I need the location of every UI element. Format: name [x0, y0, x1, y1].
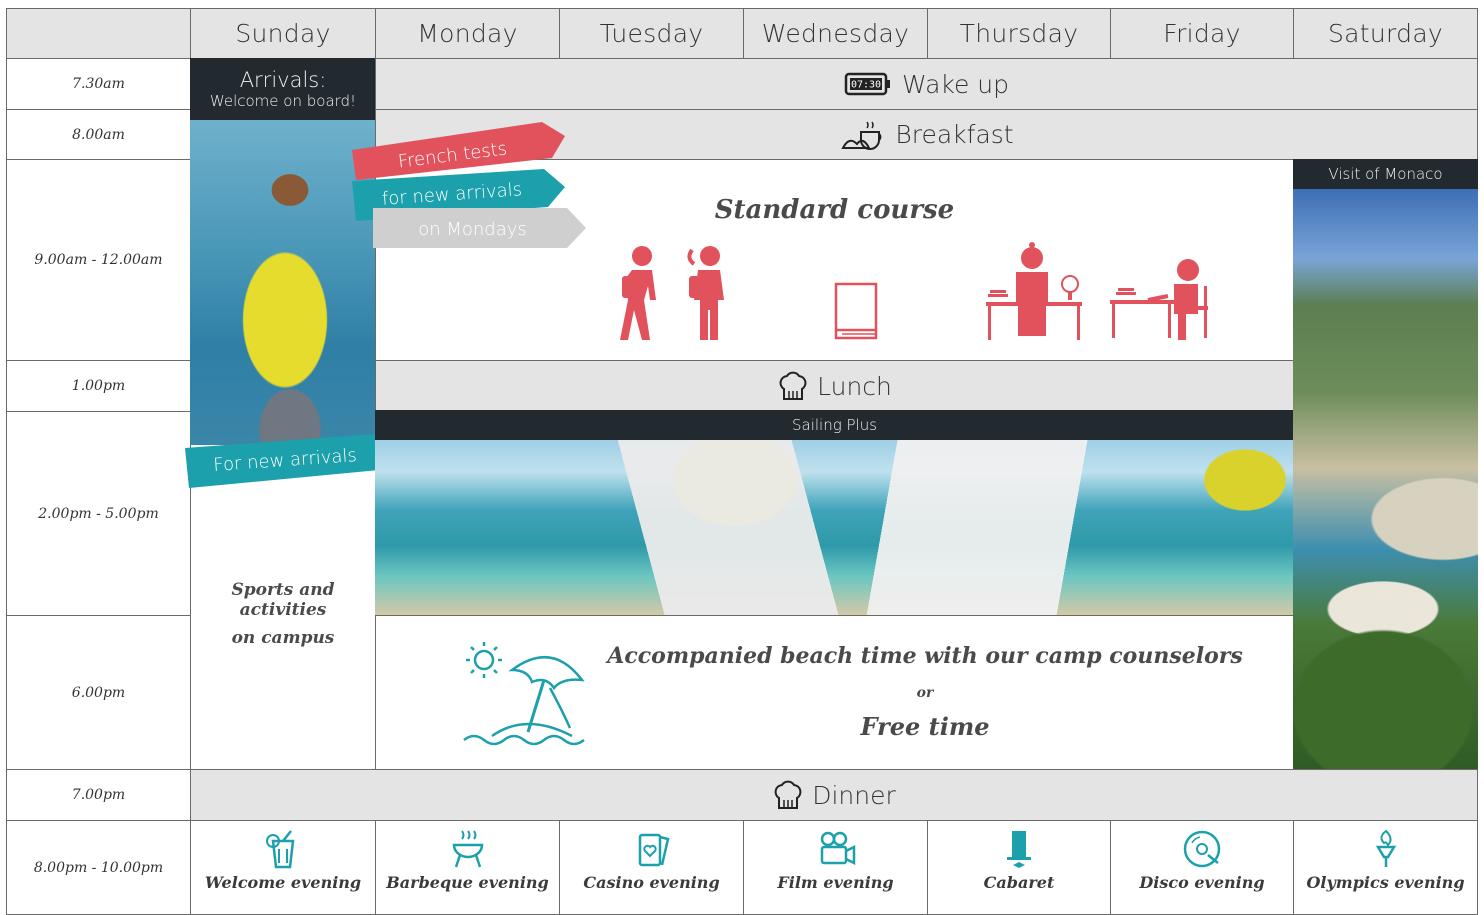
cocktail-icon: [266, 830, 295, 869]
evening-monday: Barbeque evening: [375, 820, 560, 915]
lunch-band: Lunch: [375, 360, 1294, 412]
time-730am: 7.30am: [6, 58, 191, 110]
evening-friday: Disco evening: [1110, 820, 1294, 915]
book-icon: [834, 282, 878, 340]
day-header-tuesday: Tuesday: [559, 8, 744, 59]
beach-line-1: Accompanied beach time with our camp cou…: [607, 643, 1243, 669]
time-morning: 9.00am - 12.00am: [6, 159, 191, 361]
evening-saturday: Olympics evening: [1293, 820, 1478, 915]
lunch-label: Lunch: [817, 371, 892, 401]
film-camera-icon: [820, 831, 855, 866]
wake-up-label: Wake up: [901, 69, 1010, 99]
visit-monaco-bar: Visit of Monaco: [1293, 159, 1478, 189]
sailing-plus-bar: Sailing Plus: [375, 410, 1294, 440]
sailing-photo: [375, 440, 1294, 616]
time-100pm: 1.00pm: [6, 360, 191, 412]
walking-student-girl-icon: [687, 246, 724, 340]
time-700pm: 7.00pm: [6, 769, 191, 821]
evening-label: Disco evening: [1139, 873, 1265, 892]
arrivals-title: Arrivals:: [239, 68, 327, 92]
teacher-desk-icon: [986, 242, 1082, 340]
day-header-friday: Friday: [1110, 8, 1294, 59]
beach-or: or: [916, 685, 934, 701]
day-header-thursday: Thursday: [927, 8, 1111, 59]
olympic-torch-icon: [1375, 829, 1396, 867]
time-afternoon: 2.00pm - 5.00pm: [6, 411, 191, 616]
monaco-photo: [1293, 189, 1478, 770]
evening-label: Film evening: [777, 873, 894, 892]
walking-student-boy-icon: [620, 246, 656, 340]
evening-sunday: Welcome evening: [190, 820, 376, 915]
evening-label: Welcome evening: [204, 873, 362, 892]
day-header-sunday: Sunday: [190, 8, 376, 59]
arrival-photo: [190, 120, 376, 445]
time-evening: 8.00pm - 10.00pm: [6, 820, 191, 915]
svg-text:07:30: 07:30: [851, 80, 881, 91]
breakfast-label: Breakfast: [895, 120, 1014, 149]
day-header-saturday: Saturday: [1293, 8, 1478, 59]
sports-line-2: on campus: [231, 628, 335, 648]
evening-label: Olympics evening: [1306, 873, 1465, 892]
evening-tuesday: Casino evening: [559, 820, 744, 915]
day-header-wednesday: Wednesday: [743, 8, 928, 59]
evening-label: Barbeque evening: [386, 873, 549, 892]
time-800am: 8.00am: [6, 109, 191, 160]
dinner-band: Dinner: [190, 769, 1478, 821]
evening-label: Cabaret: [983, 873, 1055, 892]
beach-line-2: Free time: [860, 712, 990, 741]
sports-text: Sports and activities on campus: [190, 580, 376, 648]
student-desk-icon: [1110, 259, 1208, 340]
corner-cell: [6, 8, 191, 59]
evening-wednesday: Film evening: [743, 820, 928, 915]
chef-hat-icon: [774, 780, 802, 809]
dinner-label: Dinner: [812, 780, 896, 810]
barbecue-icon: [452, 830, 483, 868]
alarm-clock-icon: 07:30: [844, 72, 890, 96]
sports-line-1: Sports and activities: [231, 580, 335, 620]
evening-label: Casino evening: [583, 873, 720, 892]
top-hat-icon: [1007, 831, 1031, 868]
breakfast-icon: [841, 121, 882, 150]
arrivals-subtitle: Welcome on board!: [209, 92, 357, 110]
chef-hat-icon: [779, 371, 807, 400]
ribbon-on-mondays-text: on Mondays: [418, 218, 527, 240]
arrivals-banner: Arrivals: Welcome on board!: [190, 58, 376, 120]
time-600pm: 6.00pm: [6, 615, 191, 770]
wake-up-band: 07:30 Wake up: [375, 58, 1478, 110]
evening-thursday: Cabaret: [927, 820, 1111, 915]
day-header-monday: Monday: [375, 8, 560, 59]
playing-cards-icon: [638, 833, 669, 867]
vinyl-record-icon: [1183, 830, 1221, 868]
